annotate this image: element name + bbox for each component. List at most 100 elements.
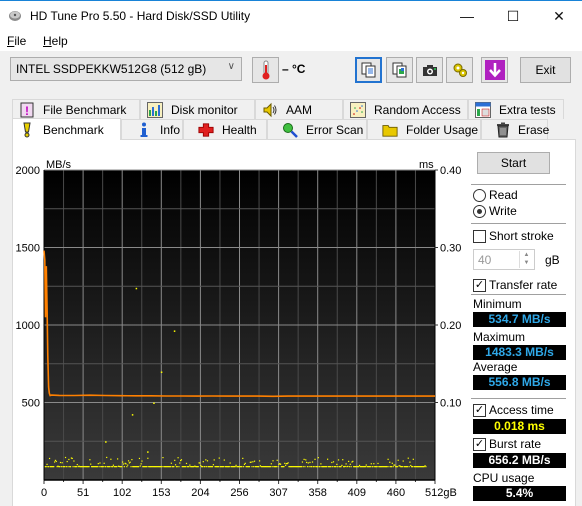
access-time-point <box>332 466 334 468</box>
y-tick-label: 1000 <box>16 320 40 332</box>
burst-rate-checkbox[interactable]: ✓ <box>473 438 486 451</box>
access-time-point <box>129 461 131 463</box>
access-time-point <box>55 460 57 463</box>
access-time-point <box>279 463 282 465</box>
access-time-point <box>69 466 72 468</box>
access-time-point <box>66 460 68 463</box>
access-time-point <box>212 464 214 466</box>
maximum-value: 1483.3 MB/s <box>473 345 566 360</box>
access-time-point <box>88 466 90 468</box>
y-tick-label: 1500 <box>16 243 40 255</box>
access-time-point <box>141 460 143 462</box>
x-tick-label: 256 <box>230 487 248 499</box>
y2-tick-label: 0.10 <box>440 398 461 410</box>
access-time-point <box>122 461 124 463</box>
access-time-point <box>410 464 412 467</box>
access-time-point <box>76 463 78 466</box>
access-time-point <box>61 462 63 464</box>
short-stroke-checkbox[interactable] <box>473 230 486 243</box>
access-time-point <box>206 460 209 462</box>
access-time-point <box>205 459 207 461</box>
access-time-point <box>179 462 181 464</box>
access-time-point <box>319 466 321 468</box>
access-time-point <box>317 457 319 459</box>
transfer-rate-checkbox[interactable]: ✓ <box>473 279 486 292</box>
separator <box>471 294 566 295</box>
access-time-point <box>389 461 391 463</box>
short-stroke-label: Short stroke <box>489 229 554 243</box>
access-time-point <box>285 464 287 466</box>
access-time-checkbox[interactable]: ✓ <box>473 404 486 417</box>
access-time-point <box>251 466 253 468</box>
access-time-point <box>340 466 342 468</box>
access-time-point <box>406 466 409 468</box>
access-time-point <box>103 462 105 464</box>
access-time-point <box>402 460 404 462</box>
minimum-value: 534.7 MB/s <box>473 312 566 327</box>
access-time-point <box>364 466 367 468</box>
access-time-point <box>176 466 178 468</box>
access-time-point <box>284 462 286 464</box>
access-time-point <box>241 466 243 468</box>
access-time-point <box>160 371 163 373</box>
access-time-point <box>390 466 393 468</box>
access-time-point <box>336 463 338 466</box>
access-time-point <box>170 462 172 464</box>
access-time-point <box>147 451 149 453</box>
access-time-point <box>314 458 316 460</box>
burst-rate-value: 656.2 MB/s <box>473 453 566 468</box>
access-time-point <box>358 464 361 467</box>
access-time-point <box>188 466 190 468</box>
access-time-point <box>376 466 378 468</box>
access-time-point <box>46 463 48 465</box>
access-time-point <box>199 462 201 464</box>
access-time-point <box>287 462 289 464</box>
access-time-point <box>308 466 310 468</box>
access-time-point <box>301 461 304 463</box>
access-time-point <box>349 463 351 465</box>
y2-axis-unit: ms <box>419 159 434 171</box>
access-time-point <box>105 441 107 443</box>
access-time-point <box>320 463 322 465</box>
access-time-point <box>344 465 346 468</box>
access-time-point <box>306 466 309 468</box>
access-time-point <box>177 457 179 459</box>
access-time-point <box>138 457 141 460</box>
access-time-point <box>335 466 337 468</box>
access-time-point <box>313 466 315 468</box>
access-time-point <box>326 466 328 468</box>
access-time-point <box>213 459 215 461</box>
access-time-point <box>234 466 236 468</box>
access-time-point <box>173 466 175 468</box>
access-time-point <box>123 466 125 468</box>
read-radio[interactable] <box>473 189 486 202</box>
access-time-point <box>72 466 74 468</box>
y-tick-label: 2000 <box>16 165 40 177</box>
access-time-point <box>283 466 285 468</box>
access-time-point <box>162 457 164 459</box>
minimum-label: Minimum <box>473 297 522 311</box>
x-tick-label: 460 <box>387 487 405 499</box>
short-stroke-spinner[interactable]: 40 ▲ ▼ <box>473 249 535 270</box>
access-time-point <box>206 466 208 468</box>
access-time-point <box>345 463 347 465</box>
access-time-point <box>396 466 398 468</box>
access-time-point <box>60 466 62 468</box>
read-label: Read <box>489 188 518 202</box>
access-time-point <box>131 414 134 416</box>
y-tick-label: 500 <box>22 398 40 410</box>
tab-benchmark[interactable]: Benchmark <box>12 118 121 140</box>
access-time-point <box>311 466 313 468</box>
access-time-point <box>392 466 394 468</box>
access-time-point <box>185 462 188 465</box>
access-time-label: Access time <box>489 403 554 417</box>
write-radio[interactable] <box>473 205 486 218</box>
access-time-point <box>110 458 112 460</box>
x-tick-label: 102 <box>113 487 131 499</box>
start-button[interactable]: Start <box>477 152 550 174</box>
cpu-usage-value: 5.4% <box>473 486 566 501</box>
access-time-point <box>105 466 107 468</box>
spinner-arrows-icon[interactable]: ▲ ▼ <box>519 251 533 268</box>
access-time-point <box>311 461 314 463</box>
access-time-point <box>96 466 99 468</box>
